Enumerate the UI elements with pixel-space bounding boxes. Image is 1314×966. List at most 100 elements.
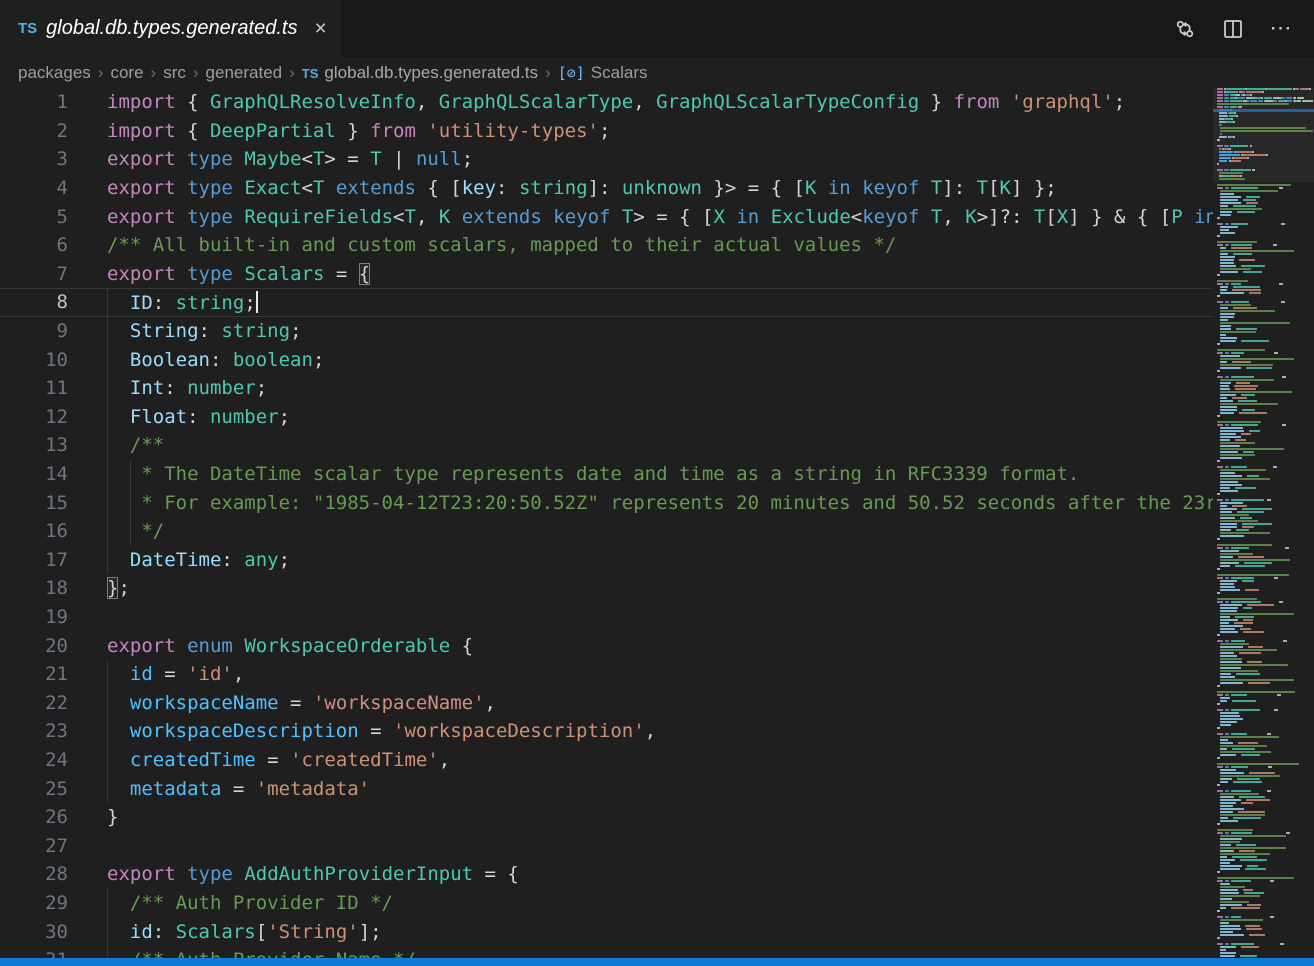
- line-number[interactable]: 11: [0, 377, 68, 399]
- breadcrumb-item-packages[interactable]: packages: [18, 63, 91, 83]
- code-line[interactable]: 21 id = 'id',: [0, 660, 1213, 689]
- code-text: DateTime: any;: [68, 549, 290, 571]
- code-line[interactable]: 19: [0, 603, 1213, 632]
- code-line[interactable]: 11 Int: number;: [0, 374, 1213, 403]
- line-number[interactable]: 27: [0, 835, 68, 857]
- window-bottom-accent-bar: [0, 958, 1314, 966]
- line-number[interactable]: 15: [0, 492, 68, 514]
- line-number[interactable]: 19: [0, 606, 68, 628]
- symbol-type-icon: [⊘]: [558, 64, 585, 82]
- code-line[interactable]: 9 String: string;: [0, 317, 1213, 346]
- code-text: /**: [68, 434, 164, 456]
- indent-guide: [130, 460, 131, 489]
- code-line[interactable]: 14 * The DateTime scalar type represents…: [0, 460, 1213, 489]
- editor-tab-bar: TS global.db.types.generated.ts ×: [0, 0, 1314, 57]
- code-line[interactable]: 5export type RequireFields<T, K extends …: [0, 202, 1213, 231]
- bracket-match-highlight: }: [107, 577, 118, 599]
- line-number[interactable]: 12: [0, 406, 68, 428]
- code-line[interactable]: 10 Boolean: boolean;: [0, 345, 1213, 374]
- indent-guide: [107, 288, 108, 317]
- code-text: workspaceName = 'workspaceName',: [68, 692, 496, 714]
- line-number[interactable]: 1: [0, 91, 68, 113]
- code-line[interactable]: 2import { DeepPartial } from 'utility-ty…: [0, 117, 1213, 146]
- line-number[interactable]: 18: [0, 577, 68, 599]
- code-text: ID: string;: [68, 291, 258, 314]
- code-line[interactable]: 13 /**: [0, 431, 1213, 460]
- code-text: };: [68, 577, 130, 599]
- code-line[interactable]: 23 workspaceDescription = 'workspaceDesc…: [0, 717, 1213, 746]
- code-line[interactable]: 1import { GraphQLResolveInfo, GraphQLSca…: [0, 88, 1213, 117]
- code-line[interactable]: 29 /** Auth Provider ID */: [0, 889, 1213, 918]
- line-number[interactable]: 24: [0, 749, 68, 771]
- code-line[interactable]: 22 workspaceName = 'workspaceName',: [0, 688, 1213, 717]
- breadcrumb-item-symbol[interactable]: [⊘]Scalars: [558, 63, 648, 83]
- code-text: id: Scalars['String'];: [68, 921, 382, 943]
- line-number[interactable]: 4: [0, 177, 68, 199]
- line-number[interactable]: 22: [0, 692, 68, 714]
- code-text: metadata = 'metadata': [68, 778, 370, 800]
- code-line[interactable]: 18};: [0, 574, 1213, 603]
- breadcrumb-item-generated[interactable]: generated: [206, 63, 283, 83]
- code-line[interactable]: 20export enum WorkspaceOrderable {: [0, 631, 1213, 660]
- indent-guide: [107, 403, 108, 432]
- chevron-right-icon: ›: [151, 63, 157, 83]
- line-number[interactable]: 10: [0, 349, 68, 371]
- code-line[interactable]: 27: [0, 831, 1213, 860]
- breadcrumb-item-core[interactable]: core: [110, 63, 143, 83]
- line-number[interactable]: 17: [0, 549, 68, 571]
- bracket-match-highlight: {: [359, 263, 370, 285]
- line-number[interactable]: 2: [0, 120, 68, 142]
- code-line[interactable]: 16 */: [0, 517, 1213, 546]
- indent-guide: [107, 889, 108, 918]
- code-line[interactable]: 28export type AddAuthProviderInput = {: [0, 860, 1213, 889]
- code-text: id = 'id',: [68, 663, 244, 685]
- code-text: Float: number;: [68, 406, 290, 428]
- vscode-window: TS global.db.types.generated.ts ×: [0, 0, 1314, 966]
- line-number[interactable]: 26: [0, 806, 68, 828]
- breadcrumb: packages›core›src›generated›TSglobal.db.…: [0, 57, 1314, 88]
- line-number[interactable]: 6: [0, 234, 68, 256]
- code-text: export type AddAuthProviderInput = {: [68, 863, 519, 885]
- line-number[interactable]: 3: [0, 148, 68, 170]
- typescript-file-icon: TS: [302, 66, 319, 81]
- more-actions-icon[interactable]: ⋯: [1270, 18, 1292, 40]
- code-line[interactable]: 30 id: Scalars['String'];: [0, 917, 1213, 946]
- minimap[interactable]: [1213, 88, 1314, 958]
- code-text: export type RequireFields<T, K extends k…: [68, 206, 1213, 228]
- line-number[interactable]: 16: [0, 520, 68, 542]
- code-line[interactable]: 12 Float: number;: [0, 403, 1213, 432]
- code-text: /** Auth Provider ID */: [68, 892, 393, 914]
- line-number[interactable]: 9: [0, 320, 68, 342]
- line-number[interactable]: 20: [0, 635, 68, 657]
- line-number[interactable]: 28: [0, 863, 68, 885]
- code-editor[interactable]: 1import { GraphQLResolveInfo, GraphQLSca…: [0, 88, 1213, 966]
- code-line[interactable]: 25 metadata = 'metadata': [0, 774, 1213, 803]
- line-number[interactable]: 23: [0, 720, 68, 742]
- line-number[interactable]: 30: [0, 921, 68, 943]
- close-tab-icon[interactable]: ×: [314, 18, 326, 39]
- text-cursor: [256, 291, 258, 313]
- line-number[interactable]: 14: [0, 463, 68, 485]
- code-text: * For example: "1985-04-12T23:20:50.52Z"…: [68, 492, 1213, 514]
- code-line[interactable]: 6/** All built-in and custom scalars, ma…: [0, 231, 1213, 260]
- code-line[interactable]: 7export type Scalars = {: [0, 260, 1213, 289]
- code-line[interactable]: 24 createdTime = 'createdTime',: [0, 746, 1213, 775]
- line-number[interactable]: 8: [0, 291, 68, 313]
- line-number[interactable]: 29: [0, 892, 68, 914]
- code-line[interactable]: 26}: [0, 803, 1213, 832]
- open-changes-icon[interactable]: [1174, 18, 1196, 40]
- breadcrumb-item-file[interactable]: TSglobal.db.types.generated.ts: [302, 63, 538, 83]
- tab-global-db-types-generated-ts[interactable]: TS global.db.types.generated.ts ×: [0, 0, 341, 57]
- code-line[interactable]: 3export type Maybe<T> = T | null;: [0, 145, 1213, 174]
- code-line[interactable]: 17 DateTime: any;: [0, 546, 1213, 575]
- code-line[interactable]: 15 * For example: "1985-04-12T23:20:50.5…: [0, 488, 1213, 517]
- split-editor-icon[interactable]: [1222, 18, 1244, 40]
- line-number[interactable]: 13: [0, 434, 68, 456]
- code-line[interactable]: 4export type Exact<T extends { [key: str…: [0, 174, 1213, 203]
- breadcrumb-item-src[interactable]: src: [163, 63, 186, 83]
- line-number[interactable]: 7: [0, 263, 68, 285]
- code-line[interactable]: 8 ID: string;: [0, 288, 1213, 317]
- line-number[interactable]: 21: [0, 663, 68, 685]
- line-number[interactable]: 25: [0, 778, 68, 800]
- line-number[interactable]: 5: [0, 206, 68, 228]
